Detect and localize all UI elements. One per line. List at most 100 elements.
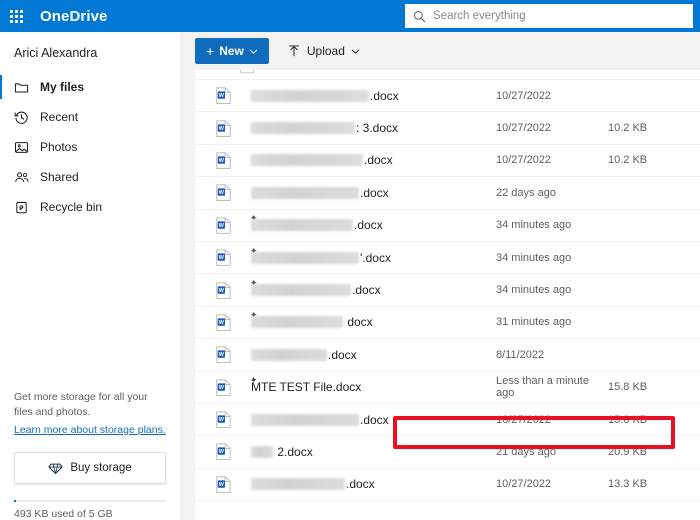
- table-row[interactable]: W .docx10/27/202215.6 KB: [195, 404, 700, 436]
- redacted-filename: [251, 446, 273, 458]
- plus-icon: +: [206, 44, 214, 58]
- file-name-cell[interactable]: ✦MTE TEST File.docx: [251, 380, 496, 394]
- chevron-down-icon: [351, 47, 360, 56]
- redacted-filename: [251, 122, 355, 134]
- storage-plans-link[interactable]: Learn more about storage plans.: [14, 424, 166, 436]
- buy-storage-button[interactable]: Buy storage: [14, 452, 166, 484]
- file-name-cell[interactable]: .docx: [251, 348, 496, 362]
- sidebar-item-label: Recycle bin: [40, 200, 102, 214]
- file-name-cell[interactable]: .docx: [251, 477, 496, 491]
- file-name-cell[interactable]: .docx: [251, 89, 496, 103]
- redacted-filename: [251, 219, 353, 231]
- file-name-cell[interactable]: 2.docx: [251, 445, 496, 459]
- new-button[interactable]: + New: [195, 38, 269, 64]
- file-type-icon: W: [195, 346, 251, 363]
- table-row[interactable]: W .docx22 days ago: [195, 177, 700, 209]
- upload-button[interactable]: Upload: [279, 38, 368, 64]
- search-box[interactable]: [405, 4, 693, 28]
- table-row[interactable]: W ✦MTE TEST File.docxLess than a minute …: [195, 372, 700, 404]
- svg-text:W: W: [218, 385, 224, 391]
- storage-meter: [14, 500, 166, 502]
- sidebar-item-label: Recent: [40, 110, 78, 124]
- table-row[interactable]: W 2.docx21 days ago20.9 KB: [195, 436, 700, 468]
- chevron-down-icon: [249, 47, 258, 56]
- table-row[interactable]: W ✦.docx34 minutes ago: [195, 274, 700, 306]
- file-name-cell[interactable]: ✦.docx: [251, 218, 496, 232]
- svg-text:W: W: [218, 93, 224, 99]
- suite-header: OneDrive: [0, 0, 700, 32]
- sidebar-item-my-files[interactable]: My files: [0, 72, 180, 102]
- svg-text:W: W: [218, 482, 224, 488]
- svg-text:W: W: [218, 450, 224, 456]
- table-row[interactable]: W .docx10/27/2022: [195, 80, 700, 112]
- redacted-filename: [251, 414, 359, 426]
- file-date-cell: 34 minutes ago: [496, 284, 608, 296]
- file-name-text: 2.docx: [274, 445, 313, 459]
- sidebar-item-label: Photos: [40, 140, 77, 154]
- app-launcher-icon[interactable]: [0, 0, 32, 32]
- file-date-cell: 21 days ago: [496, 446, 608, 458]
- storage-promo: Get more storage for all your files and …: [0, 390, 180, 520]
- file-name-text: .docx: [328, 348, 357, 362]
- clock-icon: [14, 110, 34, 125]
- file-date-cell: 34 minutes ago: [496, 252, 608, 264]
- sidebar-item-recent[interactable]: Recent: [0, 102, 180, 132]
- brand-title[interactable]: OneDrive: [40, 8, 108, 25]
- sidebar-item-photos[interactable]: Photos: [0, 132, 180, 162]
- table-row[interactable]: W .docx8/11/2022: [195, 339, 700, 371]
- file-date-cell: 10/27/2022: [496, 122, 608, 134]
- file-name-cell[interactable]: .docx: [251, 413, 496, 427]
- table-row[interactable]: W ✦'.docx34 minutes ago: [195, 242, 700, 274]
- file-list: W .docx10/27/2022 W : 3.docx10/27/202210…: [195, 70, 700, 520]
- file-name-cell[interactable]: : 3.docx: [251, 121, 496, 135]
- photo-icon: [14, 140, 34, 155]
- onedrive-window: OneDrive Arici Alexandra My files: [0, 0, 700, 520]
- file-name-text: .docx: [352, 283, 381, 297]
- word-document-icon: W: [216, 249, 231, 266]
- svg-text:W: W: [218, 158, 224, 164]
- word-document-icon: W: [216, 120, 231, 137]
- file-name-text: '.docx: [360, 251, 391, 265]
- sidebar-item-recycle-bin[interactable]: Recycle bin: [0, 192, 180, 222]
- file-name-cell[interactable]: ✦.docx: [251, 283, 496, 297]
- sidebar-item-shared[interactable]: Shared: [0, 162, 180, 192]
- file-type-icon: W: [195, 379, 251, 396]
- word-document-icon: W: [216, 217, 231, 234]
- file-type-icon: W: [195, 476, 251, 493]
- table-row[interactable]: W ✦ docx31 minutes ago: [195, 307, 700, 339]
- file-type-icon: W: [195, 184, 251, 201]
- word-document-icon: W: [216, 443, 231, 460]
- table-row[interactable]: W .docx10/27/202210.2 KB: [195, 145, 700, 177]
- sidebar: Arici Alexandra My files Recent: [0, 32, 180, 520]
- diamond-icon: [48, 461, 63, 476]
- search-input[interactable]: [433, 10, 685, 22]
- file-date-cell: 22 days ago: [496, 187, 608, 199]
- storage-usage-text: 493 KB used of 5 GB: [14, 508, 166, 520]
- file-name-cell[interactable]: .docx: [251, 186, 496, 200]
- file-name-cell[interactable]: .docx: [251, 153, 496, 167]
- redacted-filename: [251, 90, 369, 102]
- upload-arrow-icon: [287, 44, 301, 58]
- file-name-cell[interactable]: ✦'.docx: [251, 251, 496, 265]
- file-size-cell: 10.2 KB: [608, 122, 700, 134]
- table-row-partial[interactable]: [195, 70, 700, 80]
- file-name-cell[interactable]: ✦ docx: [251, 315, 496, 329]
- redacted-filename: [251, 349, 327, 361]
- svg-text:W: W: [218, 126, 224, 132]
- file-type-icon: W: [195, 443, 251, 460]
- file-name-text: .docx: [346, 477, 375, 491]
- table-row[interactable]: W .docx10/27/202213.3 KB: [195, 469, 700, 501]
- word-document-icon: W: [216, 346, 231, 363]
- svg-text:W: W: [218, 190, 224, 196]
- table-row[interactable]: W : 3.docx10/27/202210.2 KB: [195, 112, 700, 144]
- file-name-text: .docx: [360, 413, 389, 427]
- new-button-label: New: [219, 44, 244, 58]
- cursor-mark-icon: ✦: [249, 375, 258, 387]
- table-row[interactable]: W ✦.docx34 minutes ago: [195, 210, 700, 242]
- recycle-bin-icon: [14, 200, 34, 215]
- search-icon: [413, 10, 426, 23]
- svg-text:W: W: [218, 352, 224, 358]
- file-name-text: .docx: [354, 218, 383, 232]
- svg-text:W: W: [218, 288, 224, 294]
- file-date-cell: 10/27/2022: [496, 478, 608, 490]
